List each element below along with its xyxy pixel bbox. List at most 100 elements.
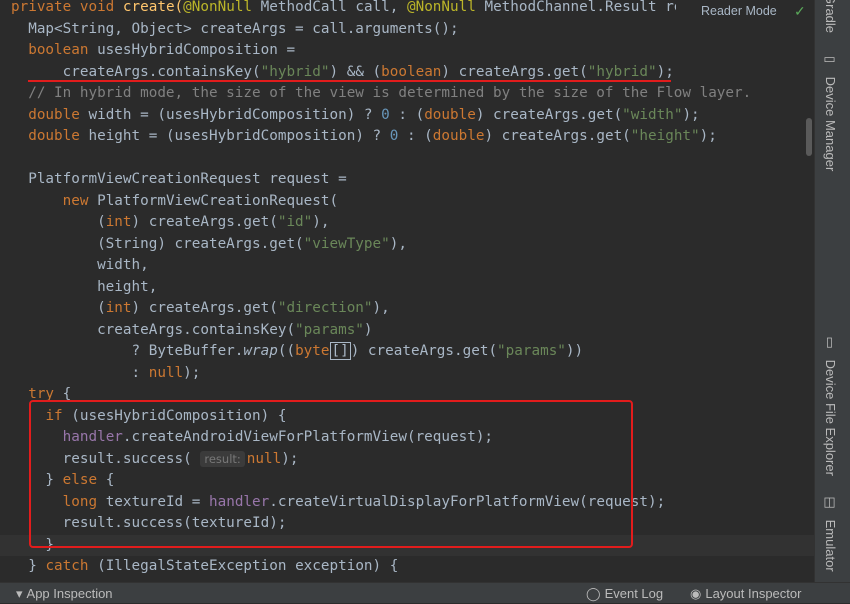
code-token: (( [277,343,296,359]
code-token: 0 [381,106,390,123]
code-token: ), [389,235,407,252]
code-line: private void create(@NonNull MethodCall … [0,0,725,19]
code-token: "direction" [277,300,373,316]
code-token: double [11,106,80,123]
code-token: ) createArgs.get( [475,106,623,123]
code-line: : null); [0,363,201,385]
code-token: } [11,558,46,574]
code-token: ) [363,321,373,338]
tab-device-manager[interactable]: ▭ Device Manager [823,52,838,171]
code-token: new [62,192,89,209]
code-token: (String) createArgs.get( [11,235,304,252]
right-tool-window-bar: Gradle ▭ Device Manager ▯ Device File Ex… [814,0,850,582]
code-token: ) && ( [329,63,382,80]
code-token: int [105,300,132,316]
code-token: wrap [243,343,278,359]
code-token: : [11,364,149,381]
code-token: int [105,214,132,230]
code-line: double width = (usesHybridComposition) ?… [0,105,700,127]
code-token: "params" [497,343,566,359]
code-token: PlatformViewCreationRequest request = [11,171,347,187]
code-token: null [148,364,184,381]
code-line: double height = (usesHybridComposition) … [0,126,717,148]
code-token: "hybrid" [587,63,657,80]
app-inspection-icon: ▾ [16,586,23,601]
event-log-button[interactable]: ◯ Event Log [586,583,663,604]
vertical-scrollbar-thumb[interactable] [806,118,812,156]
code-token: (IllegalStateException exception) { [88,558,399,574]
code-token: "viewType" [303,235,390,252]
code-token: "height" [630,128,700,144]
code-token: ); [183,364,201,381]
device-manager-tab-label: Device Manager [823,76,838,172]
code-token: ) createArgs.get( [484,128,631,144]
code-token: @NonNull [406,0,476,15]
device-manager-icon: ▭ [823,52,838,67]
code-token: boolean [381,63,442,80]
code-token: ) createArgs.get( [350,343,498,359]
code-token: ( [11,300,106,316]
status-bar: ▾ App Inspection ◯ Event Log ◉ Layout Inspe… [0,582,850,603]
code-token: createArgs.containsKey( [11,321,296,338]
code-line: createArgs.containsKey("params") [0,320,373,342]
emulator-icon: ◫ [823,495,838,510]
code-token: byte [295,343,330,359]
code-line: (String) createArgs.get("viewType"), [0,234,407,256]
code-token: private void [11,0,123,15]
code-token: double [424,106,476,123]
code-token: "width" [622,106,683,123]
event-log-icon: ◯ [586,586,601,601]
device-file-explorer-tab-label: Device File Explorer [823,359,838,476]
layout-inspector-button[interactable]: ◉ Layout Inspector [690,583,801,604]
app-inspection-button[interactable]: ▾ App Inspection [16,583,113,604]
code-editor[interactable]: private void create(@NonNull MethodCall … [0,0,814,582]
reader-mode-label: Reader Mode [701,4,777,18]
code-token: catch [45,558,89,574]
code-token: : ( [389,106,425,123]
code-token: width = (usesHybridComposition) ? [79,106,382,123]
red-underline-annotation [28,80,671,82]
code-token: PlatformViewCreationRequest( [88,192,339,209]
code-token: "id" [277,214,313,230]
device-file-explorer-icon: ▯ [823,335,838,350]
code-line: height, [0,277,157,299]
reader-mode-toggle[interactable]: Reader Mode ✓ [676,0,814,22]
code-token: ) createArgs.get( [131,300,278,316]
code-token: boolean [11,42,89,58]
code-line: PlatformViewCreationRequest request = [0,169,347,191]
code-line: width, [0,255,149,277]
code-line: Map<String, Object> createArgs = call.ar… [0,19,459,41]
event-log-label: Event Log [604,586,664,601]
code-token: ); [656,63,674,80]
code-token: ); [699,128,717,144]
code-token: double [432,128,485,144]
code-token: height = (usesHybridComposition) ? [79,128,390,144]
layout-inspector-icon: ◉ [690,586,702,601]
tab-device-file-explorer[interactable]: ▯ Device File Explorer [823,335,838,476]
code-line: ? ByteBuffer.wrap((byte[]) createArgs.ge… [0,341,583,363]
tab-emulator[interactable]: ◫ Emulator [823,495,838,572]
code-token: "params" [295,321,364,338]
layout-inspector-label: Layout Inspector [705,586,802,601]
code-token: ), [372,300,390,316]
code-line: // In hybrid mode, the size of the view … [0,83,751,105]
code-token: : ( [398,128,433,144]
code-token: "hybrid" [260,63,330,80]
app-inspection-label: App Inspection [26,586,113,601]
code-token: Map<String, Object> createArgs = call.ar… [11,20,459,37]
code-token: ( [11,214,106,230]
code-token: width, [11,257,149,273]
code-token: @NonNull [183,0,253,15]
code-token: ) createArgs.get( [441,63,588,80]
code-token: ) createArgs.get( [131,214,278,230]
code-token: )) [565,343,584,359]
red-box-annotation [29,400,633,548]
code-token: usesHybridComposition = [88,42,296,58]
tab-gradle[interactable]: Gradle [823,0,838,33]
code-token: ); [682,106,700,123]
code-token: create( [122,0,184,15]
code-token: MethodCall call, [252,0,407,15]
code-line: } catch (IllegalStateException exception… [0,556,398,578]
